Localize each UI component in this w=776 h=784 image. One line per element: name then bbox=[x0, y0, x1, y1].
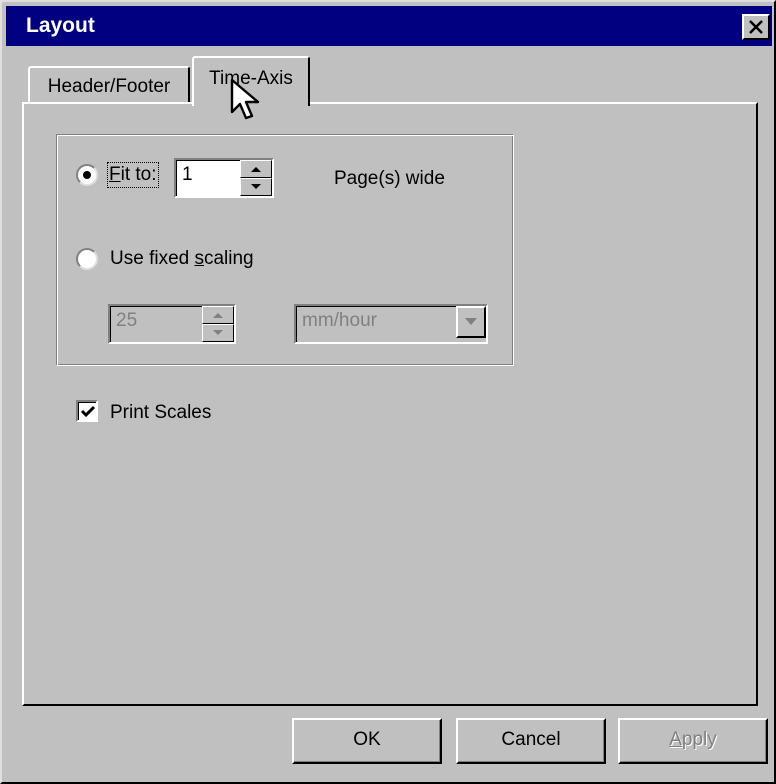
window-title: Layout bbox=[26, 14, 95, 37]
fit-to-accel: F bbox=[109, 164, 121, 185]
fixed-scaling-label[interactable]: Use fixed scaling bbox=[110, 248, 254, 270]
apply-button[interactable]: Apply bbox=[618, 718, 768, 764]
print-scales-checkbox[interactable] bbox=[76, 400, 98, 422]
mouse-pointer-icon bbox=[230, 78, 260, 120]
arrow-down-icon bbox=[251, 184, 261, 189]
pages-wide-label: Page(s) wide bbox=[334, 168, 445, 189]
arrow-up-icon bbox=[213, 313, 223, 318]
fit-to-spin-up[interactable] bbox=[240, 160, 272, 178]
fit-to-spin-down[interactable] bbox=[240, 178, 272, 196]
arrow-down-icon bbox=[213, 330, 223, 335]
cancel-button[interactable]: Cancel bbox=[456, 718, 606, 764]
apply-label-rest: pply bbox=[681, 729, 717, 750]
fit-to-value: 1 bbox=[182, 164, 193, 185]
fixed-scaling-radio[interactable] bbox=[76, 248, 98, 270]
fit-to-label[interactable]: Fit to: bbox=[107, 162, 159, 188]
ok-button[interactable]: OK bbox=[292, 718, 442, 764]
tab-header-footer[interactable]: Header/Footer bbox=[28, 66, 190, 104]
scale-unit-dropdown-button[interactable] bbox=[456, 306, 486, 338]
scale-value-spinner[interactable] bbox=[202, 306, 234, 342]
close-icon bbox=[749, 20, 763, 34]
fixed-scaling-accel: s bbox=[194, 248, 204, 269]
print-scales-label: Print Scales bbox=[110, 402, 212, 423]
fixed-scaling-label-after: caling bbox=[203, 248, 254, 269]
close-button[interactable] bbox=[742, 14, 770, 40]
scale-value: 25 bbox=[116, 310, 138, 331]
chevron-down-icon bbox=[465, 318, 477, 325]
apply-accel: A bbox=[669, 729, 682, 750]
fit-to-spinner[interactable] bbox=[240, 160, 272, 196]
radio-selected-dot bbox=[83, 171, 91, 179]
fit-to-radio[interactable] bbox=[76, 164, 98, 186]
scale-unit-value: mm/hour bbox=[302, 310, 377, 331]
fixed-scaling-label-before: Use fixed bbox=[110, 248, 195, 269]
arrow-up-icon bbox=[251, 167, 261, 172]
scale-spin-up[interactable] bbox=[202, 306, 234, 324]
checkmark-icon bbox=[80, 405, 96, 418]
title-bar[interactable]: Layout bbox=[6, 6, 772, 46]
fit-to-label-rest: it to: bbox=[120, 164, 157, 185]
scale-spin-down[interactable] bbox=[202, 324, 234, 342]
tab-header-footer-label: Header/Footer bbox=[47, 76, 171, 97]
